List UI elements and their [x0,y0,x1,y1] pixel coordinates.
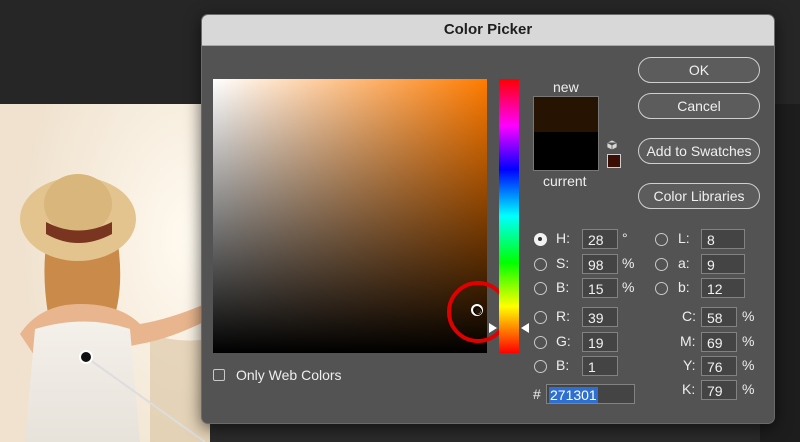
radio-b-channel[interactable] [655,282,668,295]
lightness-field[interactable]: 8 [701,229,745,249]
only-web-colors-label: Only Web Colors [236,367,342,383]
color-picker-dialog: Color Picker new current OK Cancel Add t… [201,14,775,424]
yellow-field[interactable]: 76 [701,356,737,376]
hue-unit: ° [622,230,628,246]
brightness-field[interactable]: 15 [582,278,618,298]
radio-blue[interactable] [534,360,547,373]
radio-brightness[interactable] [534,282,547,295]
lightness-label: L: [678,230,690,246]
cyan-field[interactable]: 58 [701,307,737,327]
canvas-photo [0,104,210,442]
hex-symbol: # [533,386,541,402]
saturation-field[interactable]: 98 [582,254,618,274]
yellow-label: Y: [683,357,696,373]
magenta-field[interactable]: 69 [701,332,737,352]
magenta-unit: % [742,333,755,349]
radio-saturation[interactable] [534,258,547,271]
dialog-title: Color Picker [202,15,774,46]
add-to-swatches-button[interactable]: Add to Swatches [638,138,760,164]
ok-button[interactable]: OK [638,57,760,83]
red-label: R: [556,308,570,324]
new-color-swatch [533,96,599,134]
cyan-label: C: [682,308,696,324]
web-safe-swatch[interactable] [607,154,621,168]
new-label: new [553,79,579,95]
blue-label: B: [556,357,570,373]
hue-slider-right-arrow[interactable] [521,323,529,333]
b-channel-field[interactable]: 12 [701,278,745,298]
red-field[interactable]: 39 [582,307,618,327]
color-libraries-button[interactable]: Color Libraries [638,183,760,209]
a-channel-field[interactable]: 9 [701,254,745,274]
hex-field[interactable]: 271301 [546,384,635,404]
green-field[interactable]: 19 [582,332,618,352]
radio-a-channel[interactable] [655,258,668,271]
hue-slider-left-arrow[interactable] [489,323,497,333]
blue-field[interactable]: 1 [582,356,618,376]
color-field[interactable] [213,79,487,353]
brightness-unit: % [622,279,635,295]
hue-slider[interactable] [499,79,519,353]
yellow-unit: % [742,357,755,373]
green-label: G: [556,333,571,349]
photo-woman-image [0,104,210,442]
radio-red[interactable] [534,311,547,324]
radio-green[interactable] [534,336,547,349]
only-web-colors-checkbox[interactable] [213,369,225,381]
black-label: K: [682,381,696,397]
hue-field[interactable]: 28 [582,229,618,249]
black-unit: % [742,381,755,397]
radio-lightness[interactable] [655,233,668,246]
current-label: current [543,173,587,189]
b-channel-label: b: [678,279,690,295]
cube-icon[interactable] [606,138,618,151]
a-channel-label: a: [678,255,690,271]
brightness-label: B: [556,279,570,295]
magenta-label: M: [680,333,696,349]
cyan-unit: % [742,308,755,324]
cancel-button[interactable]: Cancel [638,93,760,119]
saturation-unit: % [622,255,635,271]
black-field[interactable]: 79 [701,380,737,400]
saturation-label: S: [556,255,570,271]
current-color-swatch[interactable] [533,132,599,171]
hue-label: H: [556,230,570,246]
hex-value: 271301 [549,387,598,403]
radio-hue[interactable] [534,233,547,246]
